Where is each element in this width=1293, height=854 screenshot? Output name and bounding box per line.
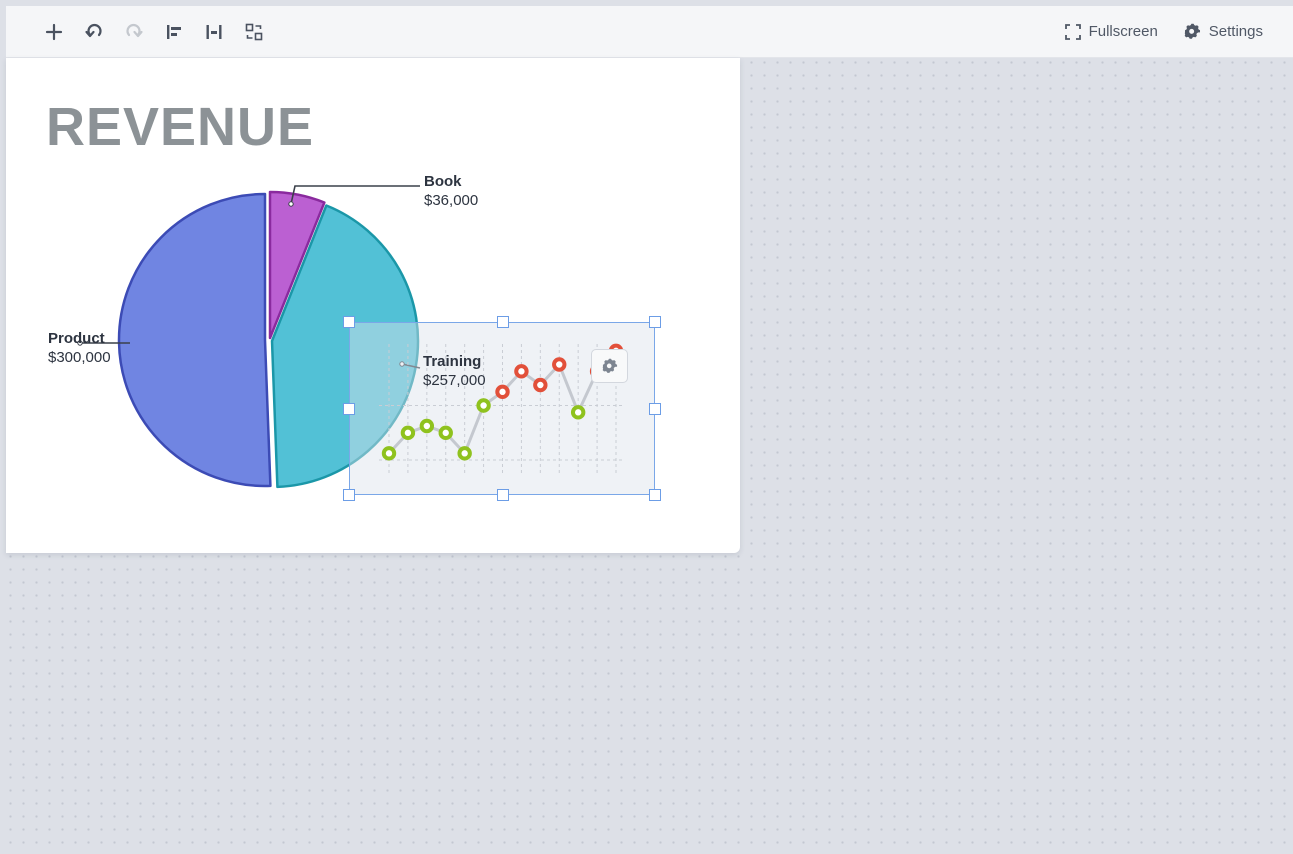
- resize-handle-top-right[interactable]: [649, 316, 661, 328]
- pie-label-training-name: Training: [423, 353, 482, 370]
- toolbar-left-group: [6, 14, 272, 50]
- fullscreen-button[interactable]: Fullscreen: [1064, 23, 1158, 40]
- resize-handle-top-left[interactable]: [343, 316, 355, 328]
- toolbar: Fullscreen Settings: [6, 6, 1293, 58]
- resize-handle-right[interactable]: [649, 403, 661, 415]
- redo-icon: [126, 23, 143, 37]
- fullscreen-icon: [1064, 23, 1081, 40]
- align-left-button[interactable]: [156, 14, 192, 50]
- fullscreen-label: Fullscreen: [1088, 23, 1158, 40]
- pie-label-book-name: Book: [424, 173, 462, 190]
- resize-handle-left[interactable]: [343, 403, 355, 415]
- pie-label-product-value: $300,000: [48, 349, 111, 366]
- gear-icon: [1184, 23, 1200, 39]
- pie-label-training: Training $257,000: [423, 352, 486, 390]
- settings-button[interactable]: Settings: [1184, 23, 1263, 40]
- toolbar-right-group: Fullscreen Settings: [1064, 23, 1293, 40]
- arrange-button[interactable]: [236, 14, 272, 50]
- widget-settings-button[interactable]: [591, 349, 628, 383]
- resize-handle-bottom-right[interactable]: [649, 489, 661, 501]
- arrange-icon: [245, 23, 263, 40]
- align-left-icon: [167, 24, 181, 39]
- align-center-icon: [206, 24, 222, 39]
- pie-label-product: Product $300,000: [48, 329, 111, 367]
- undo-button[interactable]: [76, 14, 112, 50]
- undo-icon: [85, 23, 102, 37]
- resize-handle-top[interactable]: [497, 316, 509, 328]
- resize-handle-bottom[interactable]: [497, 489, 509, 501]
- pie-label-book-value: $36,000: [424, 192, 479, 209]
- gear-icon: [602, 358, 617, 373]
- add-button[interactable]: [36, 14, 72, 50]
- pie-label-book: Book $36,000: [424, 172, 478, 210]
- pie-label-product-name: Product: [48, 330, 105, 347]
- add-icon: [45, 23, 63, 40]
- redo-button[interactable]: [116, 14, 152, 50]
- pie-label-training-value: $257,000: [423, 372, 486, 389]
- settings-label: Settings: [1208, 23, 1263, 40]
- slide-title[interactable]: REVENUE: [46, 96, 314, 158]
- align-center-button[interactable]: [196, 14, 232, 50]
- line-chart-widget[interactable]: [349, 322, 655, 495]
- resize-handle-bottom-left[interactable]: [343, 489, 355, 501]
